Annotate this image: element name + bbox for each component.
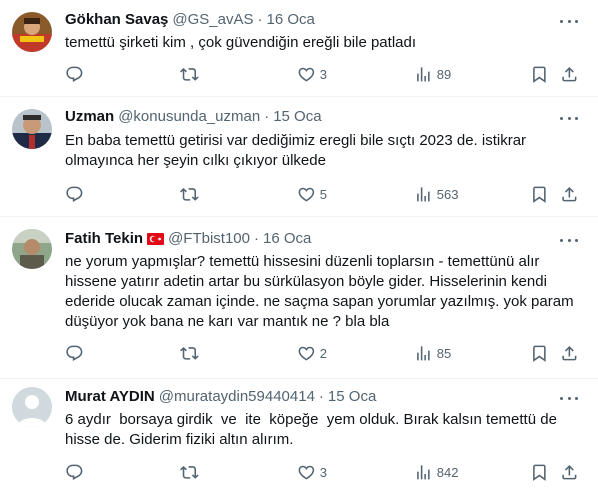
like-count: 5: [319, 186, 327, 202]
avatar[interactable]: [12, 109, 52, 149]
retweet-button[interactable]: [180, 65, 199, 84]
timestamp[interactable]: 15 Oca: [273, 107, 321, 127]
bookmark-icon: [533, 345, 546, 362]
retweet-icon: [180, 68, 199, 81]
tweet-text: 6 aydır borsaya girdik ve ite köpeğe yem…: [65, 411, 562, 448]
reply-button[interactable]: [65, 463, 84, 482]
bookmark-icon: [533, 66, 546, 83]
turkey-flag-icon: [147, 233, 165, 245]
timestamp[interactable]: 16 Oca: [263, 229, 311, 249]
views-count: 85: [436, 345, 452, 361]
retweet-icon: [180, 347, 199, 360]
reply-button[interactable]: [65, 65, 84, 84]
views-count: 842: [436, 464, 459, 480]
views-button[interactable]: 89: [414, 65, 451, 84]
bookmark-button[interactable]: [530, 65, 549, 84]
display-name[interactable]: Murat AYDIN: [65, 387, 155, 407]
more-icon[interactable]: [560, 389, 578, 407]
username[interactable]: @konusunda_uzman: [118, 107, 260, 127]
bookmark-button[interactable]: [530, 463, 549, 482]
share-icon: [562, 67, 577, 82]
share-button[interactable]: [560, 463, 579, 482]
tweet-text: ne yorum yapmışlar? temettü hissesini dü…: [65, 253, 578, 330]
views-icon: [417, 67, 430, 82]
heart-icon: [298, 346, 315, 361]
separator-dot: ·: [253, 230, 259, 247]
views-button[interactable]: 85: [414, 344, 451, 363]
like-button[interactable]: 3: [297, 65, 327, 84]
heart-icon: [298, 67, 315, 82]
separator-dot: ·: [257, 11, 263, 28]
views-button[interactable]: 563: [414, 185, 458, 204]
reply-icon: [66, 186, 83, 202]
views-icon: [417, 346, 430, 361]
action-bar: 3 842: [0, 463, 598, 483]
reply-icon: [66, 66, 83, 82]
tweet[interactable]: Murat AYDIN @murataydin59440414 · 15 Oca…: [0, 379, 598, 496]
action-bar: 5 563: [0, 185, 598, 205]
reply-icon: [66, 345, 83, 361]
share-button[interactable]: [560, 65, 579, 84]
tweet[interactable]: Uzman @konusunda_uzman · 15 Oca En baba …: [0, 97, 598, 217]
bookmark-icon: [533, 464, 546, 481]
avatar[interactable]: [12, 12, 52, 52]
retweet-icon: [180, 188, 199, 201]
share-icon: [562, 346, 577, 361]
retweet-button[interactable]: [180, 463, 199, 482]
share-button[interactable]: [560, 344, 579, 363]
like-count: 3: [319, 66, 327, 82]
display-name[interactable]: Fatih Tekin: [65, 229, 143, 249]
tweet[interactable]: Gökhan Savaş @GS_avAS · 16 Oca temettü ş…: [0, 0, 598, 97]
reply-button[interactable]: [65, 185, 84, 204]
action-bar: 2 85: [0, 344, 598, 364]
share-icon: [562, 187, 577, 202]
display-name[interactable]: Uzman: [65, 107, 114, 127]
heart-icon: [298, 187, 315, 202]
like-count: 3: [319, 464, 327, 480]
action-bar: 3 89: [0, 65, 598, 85]
avatar[interactable]: [12, 229, 52, 269]
display-name[interactable]: Gökhan Savaş: [65, 10, 168, 30]
more-icon[interactable]: [560, 12, 578, 30]
like-button[interactable]: 5: [297, 185, 327, 204]
views-icon: [417, 465, 430, 480]
bookmark-button[interactable]: [530, 344, 549, 363]
separator-dot: ·: [318, 388, 324, 405]
username[interactable]: @FTbist100: [168, 229, 250, 249]
views-icon: [417, 187, 430, 202]
username[interactable]: @GS_avAS: [172, 10, 253, 30]
bookmark-icon: [533, 186, 546, 203]
tweet-text: temettü şirketi kim , çok güvendiğin ere…: [65, 34, 417, 51]
like-button[interactable]: 2: [297, 344, 327, 363]
reply-button[interactable]: [65, 344, 84, 363]
username[interactable]: @murataydin59440414: [159, 387, 315, 407]
bookmark-button[interactable]: [530, 185, 549, 204]
tweet[interactable]: Fatih Tekin @FTbist100 · 16 Oca ne yorum…: [0, 217, 598, 379]
share-icon: [562, 465, 577, 480]
like-count: 2: [319, 345, 327, 361]
separator-dot: ·: [264, 108, 270, 125]
like-button[interactable]: 3: [297, 463, 327, 482]
timestamp[interactable]: 15 Oca: [328, 387, 376, 407]
share-button[interactable]: [560, 185, 579, 204]
retweet-icon: [180, 466, 199, 479]
more-icon[interactable]: [560, 231, 578, 249]
tweet-text: En baba temettü getirisi var dediğimiz e…: [65, 132, 531, 169]
views-count: 89: [436, 66, 452, 82]
retweet-button[interactable]: [180, 185, 199, 204]
more-icon[interactable]: [560, 109, 578, 127]
reply-icon: [66, 464, 83, 480]
views-count: 563: [436, 186, 459, 202]
views-button[interactable]: 842: [414, 463, 458, 482]
heart-icon: [298, 465, 315, 480]
retweet-button[interactable]: [180, 344, 199, 363]
timestamp[interactable]: 16 Oca: [266, 10, 314, 30]
avatar[interactable]: [12, 387, 52, 427]
